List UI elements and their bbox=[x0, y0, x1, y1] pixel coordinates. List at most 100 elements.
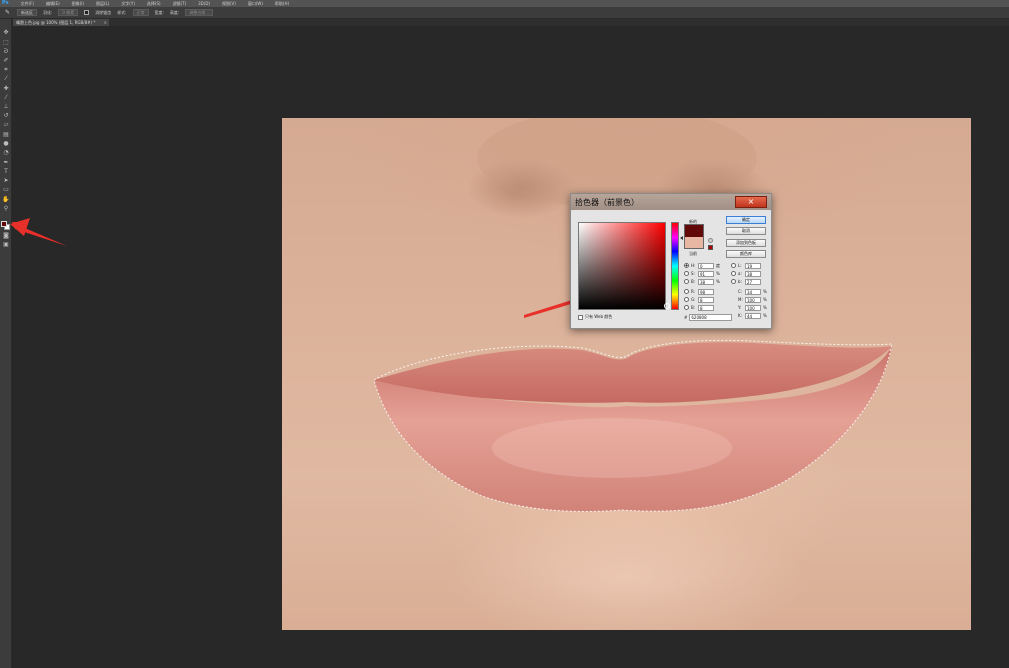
eraser-tool-icon[interactable]: ▱ bbox=[2, 121, 10, 129]
history-brush-icon[interactable]: ↺ bbox=[2, 112, 10, 120]
add-to-swatches-button[interactable]: 添加到色板 bbox=[726, 239, 766, 247]
menu-3d[interactable]: 3D(D) bbox=[198, 0, 210, 7]
menu-filter[interactable]: 滤镜(T) bbox=[173, 0, 187, 7]
lab-b-radio[interactable] bbox=[731, 279, 736, 284]
lab-a-input[interactable]: 38 bbox=[745, 270, 761, 277]
current-color-swatch[interactable] bbox=[684, 237, 704, 249]
healing-brush-icon[interactable]: ✚ bbox=[2, 85, 10, 93]
lab-b-input[interactable]: 27 bbox=[745, 278, 761, 285]
menu-image[interactable]: 图像(I) bbox=[72, 0, 84, 7]
hue-radio[interactable] bbox=[684, 263, 689, 268]
green-input[interactable]: 8 bbox=[698, 296, 714, 303]
red-row: R: 98 bbox=[684, 288, 714, 295]
height-label: 高度: bbox=[169, 9, 180, 15]
screen-mode-icon[interactable]: ▣ bbox=[2, 241, 10, 249]
anti-alias-checkbox[interactable] bbox=[84, 10, 90, 15]
red-radio[interactable] bbox=[684, 289, 689, 294]
lab-l-radio[interactable] bbox=[731, 263, 736, 268]
lasso-tool-icon[interactable]: ᘐ bbox=[2, 48, 10, 56]
menu-window[interactable]: 窗口(W) bbox=[248, 0, 263, 7]
cancel-button[interactable]: 取消 bbox=[726, 227, 766, 235]
menu-type[interactable]: 文字(Y) bbox=[121, 0, 135, 7]
menu-bar: Ps 文件(F) 编辑(E) 图像(I) 图层(L) 文字(Y) 选择(S) 滤… bbox=[0, 0, 1009, 7]
saturation-radio[interactable] bbox=[684, 271, 689, 276]
menu-view[interactable]: 视图(V) bbox=[222, 0, 236, 7]
pen-tool-icon[interactable]: ✎ bbox=[4, 9, 11, 16]
menu-help[interactable]: 帮助(H) bbox=[275, 0, 289, 7]
marquee-tool-icon[interactable]: ⬚ bbox=[2, 39, 10, 47]
menu-edit[interactable]: 编辑(E) bbox=[46, 0, 60, 7]
dialog-close-button[interactable]: × bbox=[735, 196, 767, 208]
red-label: R: bbox=[691, 289, 696, 294]
web-colors-row: 只有 Web 颜色 bbox=[578, 314, 612, 320]
style-select[interactable]: 正常 bbox=[132, 9, 149, 16]
new-selection-button[interactable]: 新选区 bbox=[17, 9, 37, 16]
blue-input[interactable]: 8 bbox=[698, 304, 714, 311]
zoom-tool-icon[interactable]: ⚲ bbox=[2, 205, 10, 213]
eyedropper-tool-icon[interactable]: ⁄ bbox=[2, 75, 10, 83]
brightness-input[interactable]: 38 bbox=[698, 278, 714, 285]
dialog-titlebar[interactable]: 拾色器（前景色） × bbox=[571, 194, 771, 210]
yellow-input[interactable]: 100 bbox=[745, 304, 761, 311]
web-safe-cube-icon[interactable] bbox=[708, 245, 713, 250]
dodge-tool-icon[interactable]: ◔ bbox=[2, 149, 10, 157]
brightness-radio[interactable] bbox=[684, 279, 689, 284]
saturation-brightness-field[interactable] bbox=[578, 222, 670, 310]
foreground-color-swatch[interactable] bbox=[1, 221, 7, 227]
hue-slider-handle[interactable] bbox=[680, 236, 683, 240]
blur-tool-icon[interactable]: ● bbox=[2, 140, 10, 148]
quick-mask-icon[interactable]: ◙ bbox=[2, 232, 10, 240]
yellow-unit: % bbox=[763, 305, 767, 310]
color-libraries-button[interactable]: 颜色库 bbox=[726, 250, 766, 258]
hue-slider[interactable] bbox=[671, 222, 679, 310]
out-of-gamut-icon[interactable] bbox=[708, 238, 713, 243]
refine-edge-button[interactable]: 调整边缘... bbox=[185, 9, 214, 16]
web-colors-checkbox[interactable] bbox=[578, 314, 583, 320]
lab-a-radio[interactable] bbox=[731, 271, 736, 276]
pen-tool-icon[interactable]: ✒ bbox=[2, 159, 10, 167]
menu-select[interactable]: 选择(S) bbox=[147, 0, 161, 7]
ok-button[interactable]: 确定 bbox=[726, 216, 766, 224]
hue-unit: 度 bbox=[716, 262, 720, 268]
hand-tool-icon[interactable]: ✋ bbox=[2, 196, 10, 204]
black-input[interactable]: 44 bbox=[745, 312, 761, 319]
lab-l-input[interactable]: 19 bbox=[745, 262, 761, 269]
tools-panel: ✥ ⬚ ᘐ ✐ ⌗ ⁄ ✚ ⁄ ⊥ ↺ ▱ ▤ ● ◔ ✒ T ➤ ▭ ✋ ⚲ … bbox=[0, 19, 12, 668]
document-tab-title: 嘴唇上色.jpg @ 100% (图层 1, RGB/8#) * bbox=[16, 20, 96, 25]
type-tool-icon[interactable]: T bbox=[2, 168, 10, 176]
quick-select-tool-icon[interactable]: ✐ bbox=[2, 57, 10, 65]
lab-b-label: b: bbox=[738, 279, 742, 284]
path-select-icon[interactable]: ➤ bbox=[2, 177, 10, 185]
saturation-row: S: 91 % bbox=[684, 270, 720, 277]
hex-label: # bbox=[684, 315, 688, 320]
cyan-row: C: 34 % bbox=[738, 288, 767, 295]
color-picker-dialog: 拾色器（前景色） × 新的 当前 确定 取消 添加到色板 颜色库 H: 0 度 … bbox=[570, 193, 772, 329]
move-tool-icon[interactable]: ✥ bbox=[2, 29, 10, 37]
brush-tool-icon[interactable]: ⁄ bbox=[2, 94, 10, 102]
hex-input[interactable]: 620808 bbox=[689, 314, 733, 321]
style-label: 样式: bbox=[117, 9, 127, 15]
magenta-row: M: 100 % bbox=[738, 296, 767, 303]
shape-tool-icon[interactable]: ▭ bbox=[2, 186, 10, 194]
close-icon[interactable]: × bbox=[104, 19, 107, 26]
blue-radio[interactable] bbox=[684, 305, 689, 310]
hue-input[interactable]: 0 bbox=[698, 262, 714, 269]
saturation-input[interactable]: 91 bbox=[698, 270, 714, 277]
menu-layer[interactable]: 图层(L) bbox=[96, 0, 109, 7]
yellow-label: Y: bbox=[738, 305, 742, 310]
gradient-tool-icon[interactable]: ▤ bbox=[2, 131, 10, 139]
brightness-unit: % bbox=[716, 279, 720, 284]
yellow-row: Y: 100 % bbox=[738, 304, 767, 311]
red-input[interactable]: 98 bbox=[698, 288, 714, 295]
feather-input[interactable]: 0 像素 bbox=[58, 9, 79, 16]
hue-row: H: 0 度 bbox=[684, 262, 720, 269]
current-color-label: 当前 bbox=[689, 251, 697, 256]
menu-file[interactable]: 文件(F) bbox=[21, 0, 34, 7]
crop-tool-icon[interactable]: ⌗ bbox=[2, 66, 10, 74]
cyan-input[interactable]: 34 bbox=[745, 288, 761, 295]
picker-cursor[interactable] bbox=[664, 303, 670, 309]
clone-stamp-icon[interactable]: ⊥ bbox=[2, 103, 10, 111]
document-tab[interactable]: 嘴唇上色.jpg @ 100% (图层 1, RGB/8#) * × bbox=[13, 19, 109, 26]
magenta-input[interactable]: 100 bbox=[745, 296, 761, 303]
green-radio[interactable] bbox=[684, 297, 689, 302]
